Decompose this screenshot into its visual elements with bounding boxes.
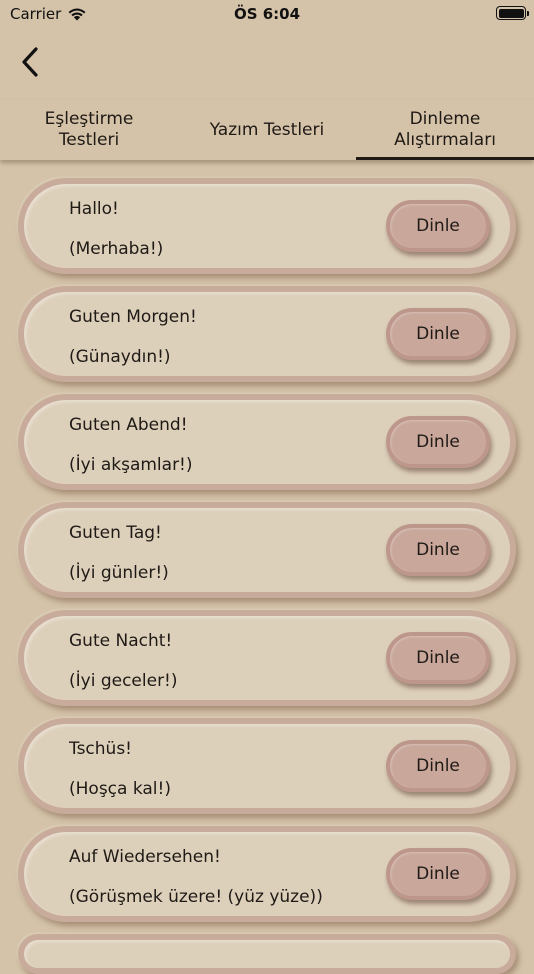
phrase-word: Guten Morgen! bbox=[69, 307, 197, 327]
tab-label: Dinleme Alıştırmaları bbox=[394, 109, 496, 150]
phrase-word: Guten Abend! bbox=[69, 415, 188, 435]
phrase-word: Tschüs! bbox=[69, 739, 132, 759]
listen-button[interactable]: Dinle bbox=[386, 524, 490, 576]
phrase-card: Guten Tag! (İyi günler!) Dinle bbox=[18, 502, 516, 598]
phrase-meaning: (İyi akşamlar!) bbox=[69, 455, 193, 475]
phrase-word: Hallo! bbox=[69, 199, 119, 219]
phrase-meaning: (Günaydın!) bbox=[69, 347, 171, 367]
tab-label: Eşleştirme Testleri bbox=[44, 109, 134, 150]
tab-spelling-tests[interactable]: Yazım Testleri bbox=[178, 100, 356, 160]
listen-button[interactable]: Dinle bbox=[386, 848, 490, 900]
tab-bar: Eşleştirme Testleri Yazım Testleri Dinle… bbox=[0, 100, 534, 160]
tab-matching-tests[interactable]: Eşleştirme Testleri bbox=[0, 100, 178, 160]
phrase-card: Auf Wiedersehen! (Görüşmek üzere! (yüz y… bbox=[18, 826, 516, 922]
phrase-meaning: (Hoşça kal!) bbox=[69, 779, 171, 799]
tab-label: Yazım Testleri bbox=[209, 119, 325, 140]
status-time: ÖS 6:04 bbox=[233, 5, 301, 23]
phrase-card: Gute Nacht! (İyi geceler!) Dinle bbox=[18, 610, 516, 706]
listen-button[interactable]: Dinle bbox=[386, 416, 490, 468]
phrase-card: Tschüs! (Hoşça kal!) Dinle bbox=[18, 718, 516, 814]
tab-listening-exercises[interactable]: Dinleme Alıştırmaları bbox=[356, 100, 534, 160]
phrase-meaning: (Merhaba!) bbox=[69, 239, 164, 259]
phrase-word: Auf Wiedersehen! bbox=[69, 847, 221, 867]
listen-button[interactable]: Dinle bbox=[386, 200, 490, 252]
battery-icon bbox=[496, 6, 529, 20]
phrase-meaning: (İyi günler!) bbox=[69, 563, 169, 583]
phrase-card: Guten Abend! (İyi akşamlar!) Dinle bbox=[18, 394, 516, 490]
phrase-word: Gute Nacht! bbox=[69, 631, 173, 651]
listen-button[interactable]: Dinle bbox=[386, 308, 490, 360]
phrase-card-partial bbox=[18, 934, 516, 974]
phrase-meaning: (İyi geceler!) bbox=[69, 671, 178, 691]
listen-button[interactable]: Dinle bbox=[386, 632, 490, 684]
status-bar: Carrier ÖS 6:04 bbox=[0, 0, 534, 28]
phrase-card: Guten Morgen! (Günaydın!) Dinle bbox=[18, 286, 516, 382]
chevron-left-icon bbox=[22, 47, 38, 77]
listen-button[interactable]: Dinle bbox=[386, 740, 490, 792]
phrase-meaning: (Görüşmek üzere! (yüz yüze)) bbox=[69, 887, 323, 907]
phrase-word: Guten Tag! bbox=[69, 523, 162, 543]
back-button[interactable] bbox=[14, 44, 46, 80]
phrase-card: Hallo! (Merhaba!) Dinle bbox=[18, 178, 516, 274]
